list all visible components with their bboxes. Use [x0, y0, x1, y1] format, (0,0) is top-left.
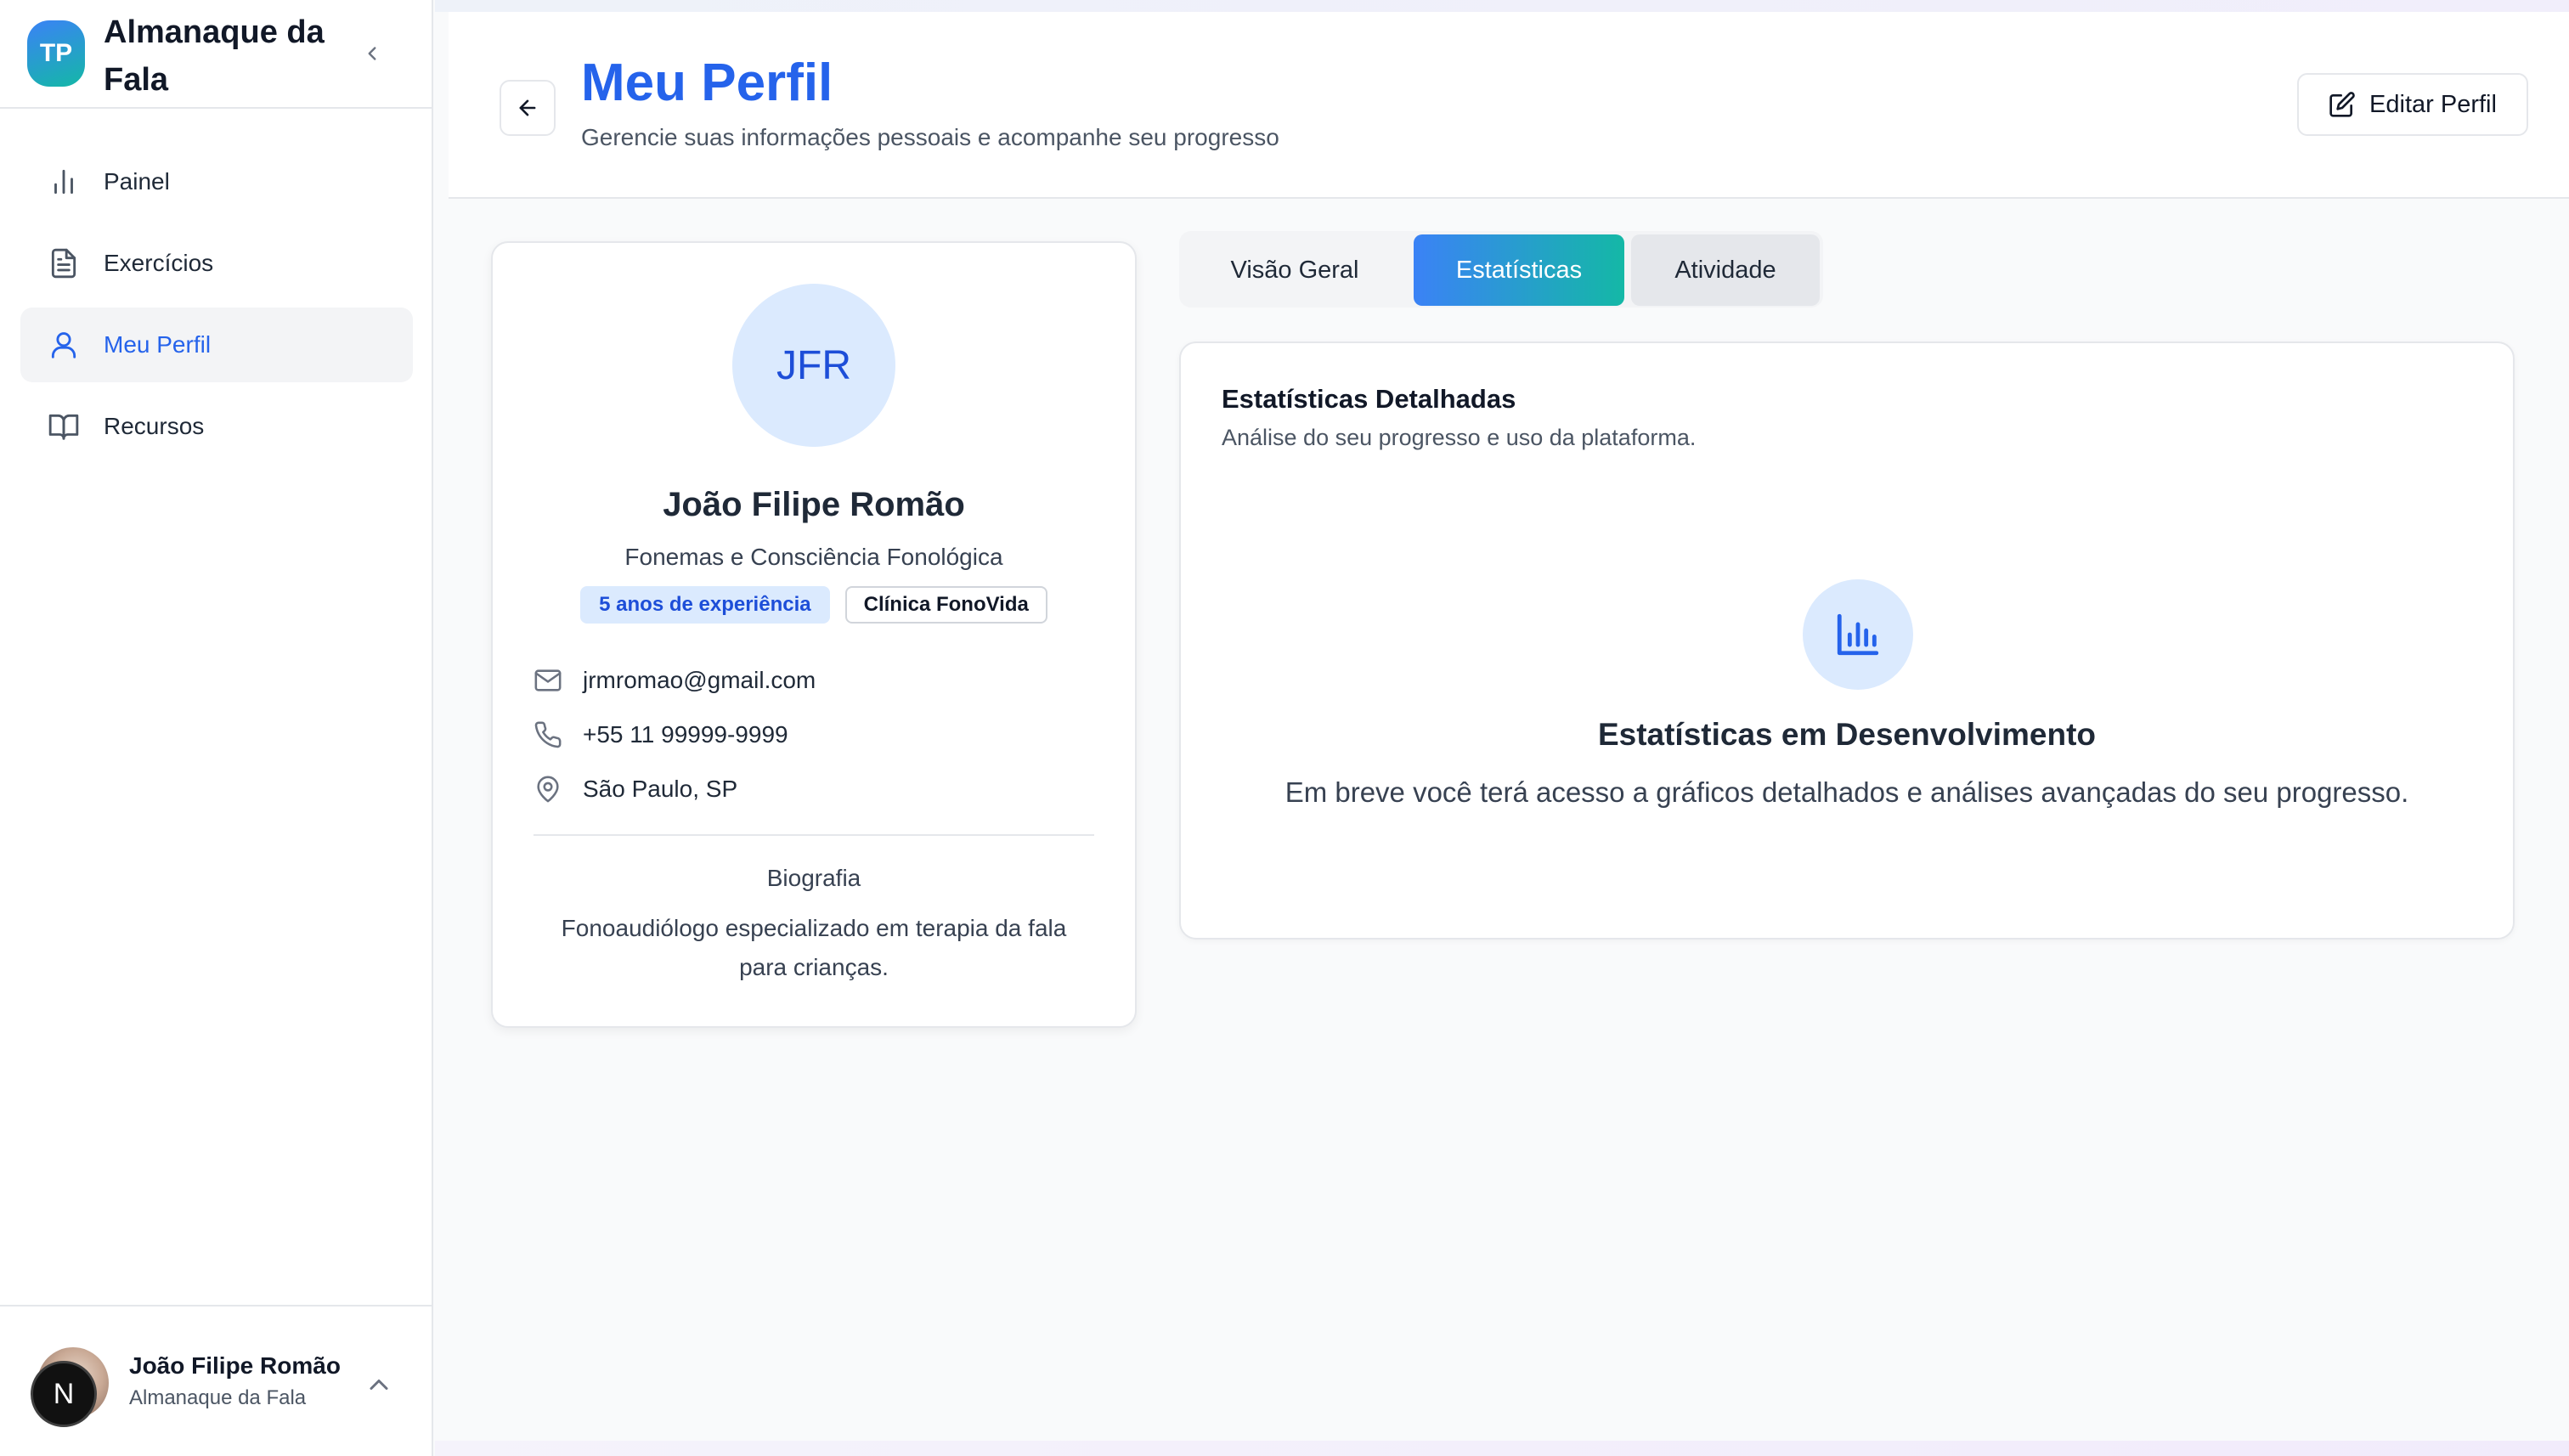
contact-email: jrmromao@gmail.com [534, 666, 816, 695]
user-subtitle: Almanaque da Fala [129, 1386, 307, 1409]
sidebar-item-exercicios[interactable]: Exercícios [20, 226, 413, 301]
tab-estatisticas[interactable]: Estatísticas [1414, 234, 1624, 306]
sidebar-header: TP Almanaque da Fala [0, 0, 432, 109]
location-text: São Paulo, SP [583, 776, 738, 802]
edit-profile-button[interactable]: Editar Perfil [2297, 73, 2528, 136]
sidebar-item-painel[interactable]: Painel [20, 144, 413, 219]
phone-icon [534, 721, 562, 748]
main-content: Meu Perfil Gerencie suas informações pes… [435, 0, 2569, 1456]
top-decoration [435, 0, 2569, 12]
page-title: Meu Perfil [581, 54, 833, 112]
edit-icon [2329, 92, 2355, 117]
email-text: jrmromao@gmail.com [583, 667, 816, 693]
collapse-sidebar-button[interactable] [355, 34, 389, 73]
profile-tabs: Visão Geral Estatísticas Atividade [1179, 231, 1823, 308]
app-root: TP Almanaque da Fala Painel Exercícios M… [0, 0, 2569, 1456]
sidebar: TP Almanaque da Fala Painel Exercícios M… [0, 0, 433, 1456]
profile-badges: 5 anos de experiência Clínica FonoVida [493, 586, 1135, 624]
arrow-left-icon [519, 99, 536, 116]
experience-badge: 5 anos de experiência [580, 586, 830, 624]
sidebar-item-recursos[interactable]: Recursos [20, 389, 413, 464]
sidebar-item-label: Meu Perfil [104, 331, 212, 358]
user-icon [51, 332, 76, 358]
profile-name: João Filipe Romão [663, 486, 965, 523]
mail-icon [534, 669, 562, 691]
profile-specialty: Fonemas e Consciência Fonológica [624, 544, 1003, 570]
sidebar-nav: Painel Exercícios Meu Perfil Recursos [20, 144, 413, 471]
page-header: Meu Perfil Gerencie suas informações pes… [449, 12, 2569, 199]
app-logo[interactable]: TP [27, 20, 85, 87]
stats-title: Estatísticas Detalhadas [1222, 384, 1516, 414]
bottom-decoration [435, 1441, 2569, 1456]
tab-atividade[interactable]: Atividade [1631, 234, 1820, 306]
sidebar-item-label: Exercícios [104, 250, 214, 276]
chevron-up-icon[interactable] [364, 1369, 394, 1400]
placeholder-text: Em breve você terá acesso a gráficos det… [1284, 776, 2409, 808]
document-icon [51, 248, 76, 279]
bar-chart-icon [54, 169, 73, 195]
stats-card: Estatísticas Detalhadas Análise do seu p… [1179, 341, 2515, 940]
stats-subtitle: Análise do seu progresso e uso da plataf… [1222, 425, 1697, 450]
user-name: João Filipe Romão [129, 1352, 341, 1379]
dev-tools-indicator[interactable]: N [31, 1361, 97, 1427]
book-icon [48, 414, 79, 440]
divider [534, 834, 1094, 836]
back-button[interactable] [500, 80, 556, 136]
profile-avatar: JFR [732, 284, 895, 447]
bio-title: Biografia [766, 865, 861, 891]
map-pin-icon [537, 776, 559, 803]
placeholder-title: Estatísticas em Desenvolvimento [1597, 717, 2097, 752]
sidebar-item-meu-perfil[interactable]: Meu Perfil [20, 308, 413, 382]
stats-icon-circle [1803, 579, 1913, 690]
contact-phone: +55 11 99999-9999 [534, 720, 788, 749]
phone-text: +55 11 99999-9999 [583, 721, 788, 748]
bio-text: Fonoaudiólogo especializado em terapia d… [561, 915, 1067, 980]
page-subtitle: Gerencie suas informações pessoais e aco… [581, 124, 1279, 150]
profile-card: JFR João Filipe Romão Fonemas e Consciên… [491, 241, 1137, 1028]
sidebar-item-label: Painel [104, 168, 170, 195]
sidebar-item-label: Recursos [104, 413, 205, 439]
edit-profile-label: Editar Perfil [2369, 90, 2497, 118]
contact-location: São Paulo, SP [534, 775, 737, 804]
clinic-badge: Clínica FonoVida [844, 586, 1047, 624]
bar-chart-icon [1837, 613, 1879, 656]
tab-visao-geral[interactable]: Visão Geral [1186, 234, 1403, 306]
app-title: Almanaque da Fala [104, 14, 325, 98]
sidebar-user-footer[interactable]: N João Filipe Romão Almanaque da Fala [0, 1305, 432, 1456]
chevron-left-icon [368, 47, 376, 60]
